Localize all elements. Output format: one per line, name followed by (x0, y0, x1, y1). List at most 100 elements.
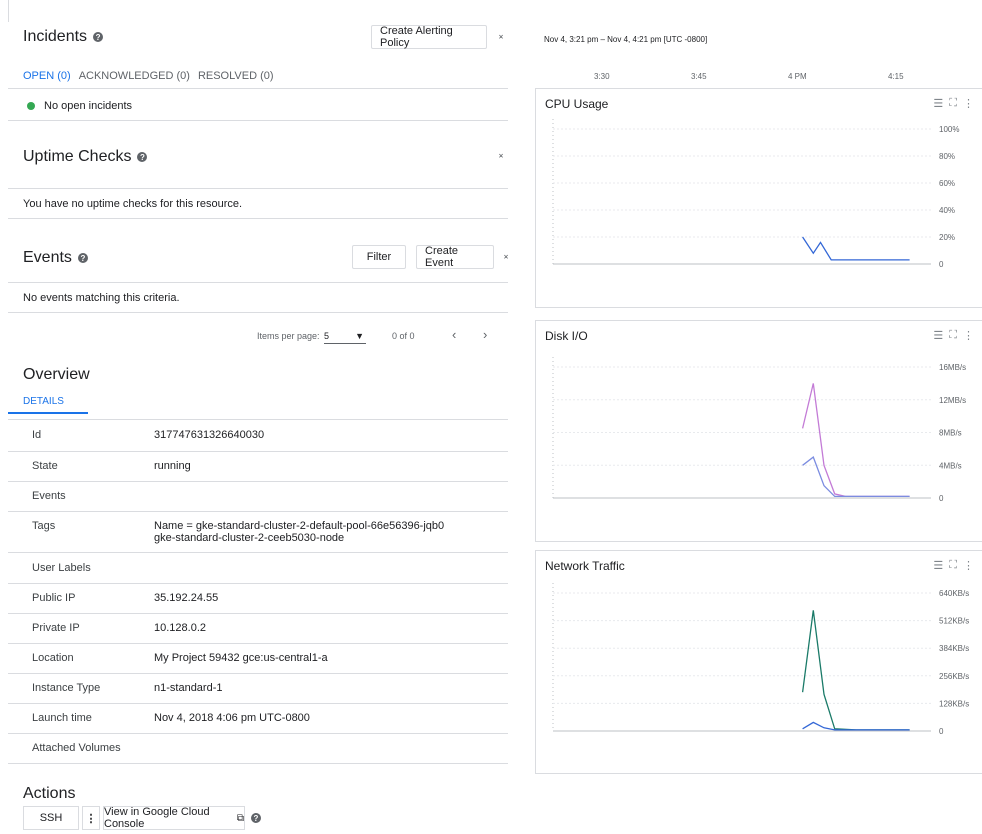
items-per-page-select[interactable]: 5 ▼ (324, 331, 366, 344)
incidents-status: No open incidents (44, 100, 133, 112)
pager-range: 0 of 0 (392, 331, 415, 341)
row-value (154, 481, 508, 512)
incident-tabs: OPEN (0) ACKNOWLEDGED (0) RESOLVED (0) (23, 70, 274, 82)
series-line (801, 610, 910, 731)
y-tick-label: 0 (939, 260, 944, 269)
y-tick-label: 20% (939, 233, 955, 242)
tab-details[interactable]: DETAILS (23, 396, 64, 407)
row-value: running (154, 451, 508, 482)
help-icon[interactable]: ? (251, 813, 261, 823)
tab-open[interactable]: OPEN (0) (23, 70, 71, 82)
network-traffic-card: Network Traffic ☰ ⛶ ⋮ 640KB/s 512KB/s 384K… (535, 550, 982, 774)
create-event-button[interactable]: Create Event (416, 245, 494, 269)
divider (8, 188, 508, 189)
table-row: Events (8, 481, 508, 512)
create-alerting-policy-button[interactable]: Create Alerting Policy (371, 25, 487, 49)
row-key: Instance Type (8, 673, 154, 704)
status-dot-icon (27, 102, 35, 110)
row-key: User Labels (8, 552, 154, 584)
row-value: 10.128.0.2 (154, 613, 508, 644)
y-tick-label: 80% (939, 152, 955, 161)
time-tick: 3:30 (594, 72, 610, 81)
items-per-page-value: 5 (324, 331, 330, 341)
y-tick-label: 40% (939, 206, 955, 215)
y-tick-label: 640KB/s (939, 589, 969, 598)
row-value: Name = gke-standard-cluster-2-default-po… (154, 519, 445, 532)
next-page-icon[interactable]: › (483, 327, 487, 342)
divider (8, 218, 508, 219)
series-line (801, 383, 910, 498)
y-tick-label: 60% (939, 179, 955, 188)
prev-page-icon[interactable]: ‹ (452, 327, 456, 342)
table-row: Launch time Nov 4, 2018 4:06 pm UTC-0800 (8, 703, 508, 734)
actions-header: Actions (23, 785, 75, 803)
series-line (802, 456, 910, 498)
y-tick-label: 100% (939, 125, 959, 134)
y-tick-label: 16MB/s (939, 363, 966, 372)
overview-table: Id 317747631326640030 State running Events… (8, 420, 508, 764)
table-row: Instance Type n1-standard-1 (8, 673, 508, 704)
y-tick-label: 0 (939, 727, 944, 736)
incidents-title: Incidents (23, 28, 88, 45)
uptime-message: You have no uptime checks for this resou… (23, 198, 243, 210)
row-key: Attached Volumes (8, 733, 154, 764)
row-value-group: Name = gke-standard-cluster-2-default-po… (154, 511, 508, 553)
collapse-icon[interactable]: ⌄ ⌃ (501, 250, 511, 265)
uptime-header: Uptime Checks ? (23, 148, 148, 166)
row-key: Launch time (8, 703, 154, 734)
table-row: State running (8, 451, 508, 482)
collapse-icon[interactable]: ⌄ ⌃ (496, 149, 506, 164)
table-row: Tags Name = gke-standard-cluster-2-defaul… (8, 511, 508, 553)
open-external-icon: ⧉ (236, 812, 244, 824)
actions-title: Actions (23, 785, 76, 802)
y-tick-label: 12MB/s (939, 396, 966, 405)
y-tick-label: 128KB/s (939, 699, 969, 708)
row-value (154, 733, 508, 764)
divider (8, 312, 508, 313)
left-panel: Incidents ? Create Alerting Policy ⌄ ⌃ OP… (0, 0, 510, 834)
tab-underline (8, 412, 88, 414)
row-key: Id (8, 420, 154, 452)
more-options-button[interactable]: ⋮ (82, 806, 100, 830)
time-tick: 4:15 (888, 72, 904, 81)
table-row: Id 317747631326640030 (8, 420, 508, 452)
table-row: Attached Volumes (8, 733, 508, 764)
overview-title: Overview (23, 366, 90, 383)
row-key: State (8, 451, 154, 482)
divider (8, 0, 9, 22)
table-row: Private IP 10.128.0.2 (8, 613, 508, 644)
tab-acknowledged[interactable]: ACKNOWLEDGED (0) (79, 70, 190, 82)
row-value: n1-standard-1 (154, 673, 508, 704)
help-icon[interactable]: ? (137, 152, 148, 162)
y-tick-label: 512KB/s (939, 617, 969, 626)
disk-io-card: Disk I/O ☰ ⛶ ⋮ 16MB/s 12MB/s 8MB/s 4MB/s 0 (535, 320, 982, 542)
row-value: My Project 59432 gce:us-central1-a (154, 643, 508, 674)
filter-button[interactable]: Filter (352, 245, 406, 269)
row-key: Location (8, 643, 154, 674)
events-title: Events (23, 249, 72, 266)
y-tick-label: 4MB/s (939, 461, 962, 470)
events-header: Events ? (23, 249, 88, 267)
ssh-button[interactable]: SSH (23, 806, 79, 830)
cpu-usage-card: CPU Usage ☰ ⛶ ⋮ 100% 80% 60% 40% 20% 0 (535, 88, 982, 308)
console-label: View in Google Cloud Console (104, 806, 210, 830)
divider (8, 120, 508, 121)
time-tick: 4 PM (788, 72, 807, 81)
time-range: Nov 4, 3:21 pm – Nov 4, 4:21 pm [UTC -08… (544, 35, 708, 44)
events-message: No events matching this criteria. (23, 292, 180, 304)
table-row: User Labels (8, 552, 508, 584)
row-key: Events (8, 481, 154, 512)
help-icon[interactable]: ? (77, 253, 88, 263)
series-line (802, 236, 910, 261)
help-icon[interactable]: ? (93, 32, 104, 42)
disk-io-chart: 16MB/s 12MB/s 8MB/s 4MB/s 0 (552, 357, 966, 503)
incidents-header: Incidents ? (23, 28, 104, 46)
series-line (802, 721, 910, 731)
collapse-icon[interactable]: ⌄ ⌃ (496, 30, 506, 45)
y-tick-label: 8MB/s (939, 429, 962, 438)
tab-resolved[interactable]: RESOLVED (0) (198, 70, 274, 82)
row-value: 317747631326640030 (154, 420, 508, 452)
time-tick: 3:45 (691, 72, 707, 81)
row-key: Public IP (8, 583, 154, 614)
view-in-console-button[interactable]: View in Google Cloud Console ⧉ (103, 806, 245, 830)
